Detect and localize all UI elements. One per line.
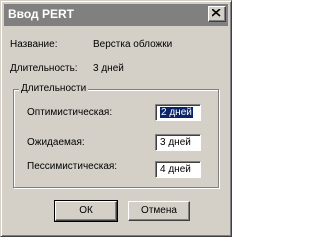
close-button[interactable] <box>208 6 226 22</box>
task-name-value: Верстка обложки <box>93 39 173 50</box>
pessimistic-input[interactable]: 4 дней <box>155 161 201 178</box>
ok-button[interactable]: ОК <box>54 200 118 222</box>
pessimistic-label: Пессимистическая: <box>27 161 118 172</box>
optimistic-label: Оптимистическая: <box>27 107 113 118</box>
expected-label: Ожидаемая: <box>27 137 85 148</box>
pert-dialog: Ввод PERT Название: Верстка обложки Длит… <box>0 0 232 237</box>
expected-input[interactable]: 3 дней <box>155 134 201 151</box>
pessimistic-value: 4 дней <box>160 164 191 175</box>
close-icon <box>212 9 221 17</box>
optimistic-value: 2 дней <box>160 107 193 118</box>
duration-label: Длительность: <box>10 63 78 74</box>
optimistic-input[interactable]: 2 дней <box>155 104 201 121</box>
task-name-label: Название: <box>10 39 58 50</box>
title-bar[interactable]: Ввод PERT <box>4 4 228 26</box>
durations-group-legend: Длительности <box>19 83 89 94</box>
cancel-button[interactable]: Отмена <box>128 201 190 221</box>
window-title: Ввод PERT <box>8 7 75 21</box>
duration-value: 3 дней <box>93 63 124 74</box>
expected-value: 3 дней <box>160 137 191 148</box>
